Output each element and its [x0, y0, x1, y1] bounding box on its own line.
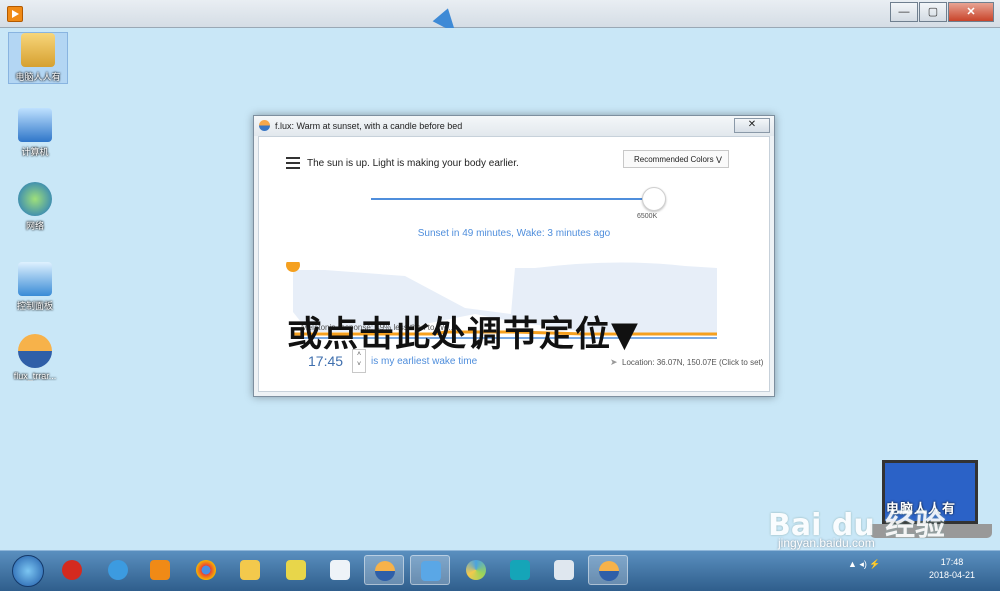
ie-icon	[108, 560, 128, 580]
clock-date: 2018-04-21	[928, 570, 976, 580]
flux-close-button[interactable]: ✕	[734, 118, 770, 133]
wake-time-label: is my earliest wake time	[371, 356, 478, 367]
baidu-watermark-url: jingyan.baidu.com	[778, 536, 875, 550]
user-folder-icon	[21, 33, 55, 67]
taskbar-app-media[interactable]	[140, 555, 180, 585]
jiang-app-icon	[62, 560, 82, 580]
network-globe-icon	[18, 182, 52, 216]
system-tray[interactable]: ▲ ◂) ⚡	[848, 559, 881, 570]
headset-app-icon	[510, 560, 530, 580]
flux-titlebar: f.lux: Warm at sunset, with a candle bef…	[254, 116, 774, 136]
media-player-icon	[150, 560, 170, 580]
flux-task-icon	[375, 561, 395, 581]
pinwheel-icon	[466, 560, 486, 580]
desktop-icon-label: 网络	[25, 221, 44, 231]
document-icon	[330, 560, 350, 580]
remote-desktop-icon	[421, 561, 441, 581]
taskbar-app-ie[interactable]	[98, 555, 138, 585]
menu-icon[interactable]	[286, 157, 300, 169]
taskbar-app-paint[interactable]	[544, 555, 584, 585]
computer-icon	[18, 108, 52, 142]
windows-start-icon[interactable]	[12, 555, 44, 587]
location-link[interactable]: Location: 36.07N, 150.07E (Click to set)	[622, 358, 763, 367]
close-button[interactable]: ✕	[948, 2, 994, 22]
taskbar-app-chrome[interactable]	[186, 555, 226, 585]
chrome-icon	[196, 560, 216, 580]
taskbar: ▲ ◂) ⚡ 17:48 2018-04-21	[0, 550, 1000, 591]
taskbar-app-flux[interactable]	[364, 555, 404, 585]
desktop-icon-control-panel[interactable]: 控制面板	[6, 262, 64, 312]
file-explorer-icon	[240, 560, 260, 580]
desktop-icon-label: flux_trrar...	[13, 371, 57, 381]
window-controls: — ▢ ✕	[889, 2, 994, 22]
taskbar-app-explorer[interactable]	[230, 555, 270, 585]
minimize-button[interactable]: —	[890, 2, 918, 22]
desktop-icon-label: 计算机	[21, 147, 49, 157]
video-app-icon[interactable]	[7, 6, 23, 22]
taskbar-app-headset[interactable]	[500, 555, 540, 585]
desktop-icon-network[interactable]: 网络	[6, 182, 64, 232]
desktop-icon-label: 控制面板	[16, 301, 53, 311]
instruction-overlay-text: 或点击此处调节定位▼	[287, 314, 639, 355]
taskbar-app-jiang[interactable]	[52, 555, 92, 585]
slider-handle[interactable]	[642, 187, 666, 211]
flux-window-title: f.lux: Warm at sunset, with a candle bef…	[275, 121, 463, 131]
recommended-colors-dropdown[interactable]: Recommended Colors V	[623, 150, 729, 168]
taskbar-app-remote[interactable]	[410, 555, 450, 585]
clock[interactable]: 17:48 2018-04-21	[924, 556, 980, 582]
desktop-icon-user[interactable]: 电脑人人有	[8, 32, 68, 84]
taskbar-app-flux-window[interactable]	[588, 555, 628, 585]
flux-logo-icon	[259, 120, 270, 131]
taskbar-app-document[interactable]	[320, 555, 360, 585]
desktop-icon-computer[interactable]: 计算机	[6, 108, 64, 158]
paint-icon	[554, 560, 574, 580]
desktop-icon-label: 电脑人人有	[15, 72, 61, 82]
status-text: The sun is up. Light is making your body…	[307, 158, 519, 169]
taskbar-app-notes[interactable]	[276, 555, 316, 585]
taskbar-app-pinwheel[interactable]	[456, 555, 496, 585]
control-panel-icon	[18, 262, 52, 296]
flux-tray-window-icon	[599, 561, 619, 581]
slider-value: 6500K	[637, 213, 658, 220]
chevron-down-icon: V	[715, 155, 722, 165]
recommended-colors-label: Recommended Colors	[634, 155, 714, 164]
color-temperature-slider[interactable]	[371, 198, 653, 200]
sunset-info: Sunset in 49 minutes, Wake: 3 minutes ag…	[417, 228, 611, 239]
maximize-button[interactable]: ▢	[919, 2, 947, 22]
desktop-icon-flux[interactable]: flux_trrar...	[6, 334, 64, 381]
location-arrow-icon: ➤	[610, 357, 618, 367]
flux-icon	[18, 334, 52, 368]
clock-time: 17:48	[940, 557, 964, 567]
outer-window-titlebar: — ▢ ✕	[0, 0, 1000, 28]
notes-icon	[286, 560, 306, 580]
